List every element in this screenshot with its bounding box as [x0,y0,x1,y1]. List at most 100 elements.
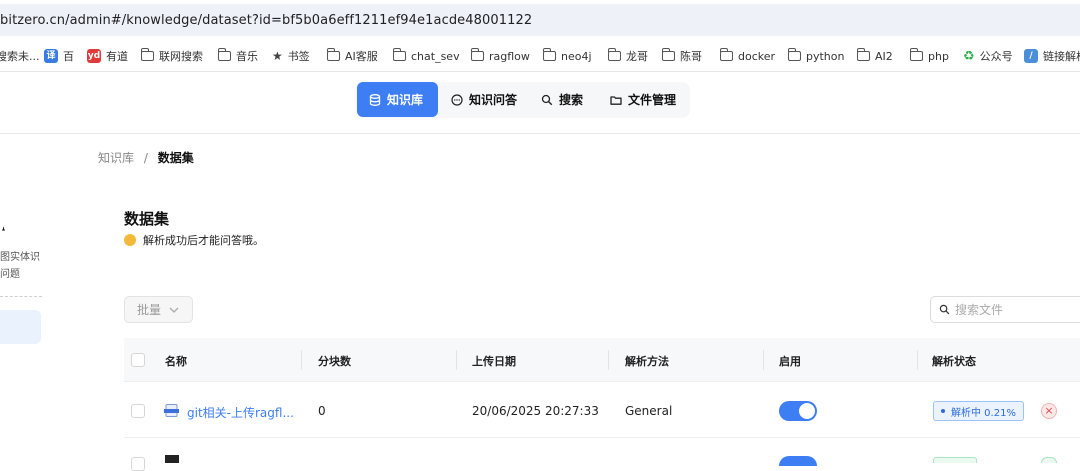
bookmark-item[interactable]: 音乐 [217,48,258,64]
folder-icon [719,48,733,61]
bookmark-item[interactable]: php [909,48,949,64]
address-bar: bitzero.cn/admin#/knowledge/dataset?id=b… [0,0,1080,40]
page-title: 数据集 [124,210,170,228]
subtitle-text: 解析成功后才能问答哦。 [143,234,264,247]
search-icon [939,304,950,315]
folder-icon [326,48,340,61]
sidebar-description: 问题 [0,269,20,280]
bookmark-item[interactable]: AI客服 [326,48,378,64]
cancel-parse-icon[interactable]: × [1041,403,1057,419]
bookmark-label: AI2 [875,49,893,63]
tab-label: 知识问答 [469,93,518,107]
breadcrumb-root[interactable]: 知识库 [98,151,134,165]
tab-search[interactable]: 搜索 [529,82,599,117]
bookmark-item[interactable]: docker [719,48,776,64]
wechat-icon: ♻ [963,48,975,64]
folder-icon [856,48,870,61]
folder-icon [610,95,622,105]
sidebar-item-active[interactable] [0,310,41,344]
bookmark-item[interactable]: 陈哥 [661,48,702,64]
youdao-icon: yd [87,49,101,63]
translate-icon: 译 [44,49,58,63]
top-navigation: 知识库 知识问答 搜索 文件管理 [356,82,690,118]
chevron-down-icon [169,307,179,313]
sidebar-title-fragment: ˔ [0,222,7,238]
smile-emoji-icon [124,234,136,246]
folder-icon [909,48,923,61]
folder-icon [392,48,406,61]
bookmark-item[interactable]: neo4j [542,48,592,64]
search-input[interactable] [955,302,1075,317]
bookmark-item[interactable]: ★ 书签 [272,48,310,64]
bookmark-item[interactable]: ∕ 链接解析 [1024,48,1080,64]
bookmark-item[interactable]: 龙哥 [607,48,648,64]
sidebar-description: 图实体识 [0,252,40,263]
bookmark-label: 陈哥 [680,50,702,63]
bookmark-label: 百 [63,50,74,63]
search-box[interactable] [930,296,1080,323]
bookmark-item[interactable]: 联网搜索 [140,48,203,64]
column-header-status[interactable]: 解析状态 [932,353,976,369]
status-text: 解析中 0.21% [951,407,1016,419]
tab-qa[interactable]: 知识问答 [439,82,525,117]
column-header-method[interactable]: 解析方法 [625,353,669,369]
bookmark-item[interactable]: 搜索未... [0,48,40,64]
bookmark-item[interactable]: 译 百 [44,48,74,64]
status-dot-icon [941,409,945,413]
bookmark-label: AI客服 [345,50,378,63]
batch-label: 批量 [137,303,162,317]
tab-label: 知识库 [387,93,424,107]
row-checkbox[interactable] [131,457,145,471]
bookmark-label: 联网搜索 [159,50,203,63]
bookmarks-bar: 搜索未... 译 百 yd 有道 联网搜索 音乐 ★ 书签 AI客服 chat_… [0,40,1080,72]
bookmark-label: docker [738,49,776,63]
file-thumbnail-icon [165,455,179,463]
tab-label: 搜索 [559,93,584,107]
bookmark-item[interactable]: yd 有道 [87,48,128,64]
folder-icon [542,48,556,61]
bookmark-label: 搜索未... [0,50,40,63]
status-badge: 解析中 0.21% [933,401,1024,421]
folder-icon [661,48,675,61]
url-text[interactable]: bitzero.cn/admin#/knowledge/dataset?id=b… [0,13,532,28]
column-header-chunks[interactable]: 分块数 [318,353,351,369]
folder-icon [217,48,231,61]
bookmark-item[interactable]: python [787,48,845,64]
upload-date: 20/06/2025 20:27:33 [472,404,599,418]
column-header-enabled[interactable]: 启用 [779,353,801,369]
enable-toggle[interactable] [779,456,817,466]
search-icon [541,94,553,105]
tab-file-management[interactable]: 文件管理 [598,82,690,117]
bookmark-item[interactable]: chat_sev [392,48,460,64]
select-all-checkbox[interactable] [131,353,145,367]
action-icon[interactable] [1041,457,1057,463]
batch-dropdown[interactable]: 批量 [124,296,193,323]
folder-icon [140,48,154,61]
table-row: git相关-上传ragfl... 0 20/06/2025 20:27:33 G… [124,383,1080,438]
header-divider [0,133,1080,134]
column-header-name[interactable]: 名称 [165,353,187,369]
enable-toggle[interactable] [779,401,817,421]
bookmark-label: python [806,49,845,63]
row-checkbox[interactable] [131,404,145,418]
bookmark-item[interactable]: AI2 [856,48,893,64]
breadcrumb: 知识库 / 数据集 [98,149,194,166]
breadcrumb-separator: / [143,151,148,165]
bookmark-label: php [928,49,949,63]
folder-icon [607,48,621,61]
bookmark-label: 音乐 [236,50,258,63]
column-header-upload-date[interactable]: 上传日期 [472,353,516,369]
bookmark-label: 公众号 [979,50,1013,63]
link-icon: ∕ [1024,49,1038,63]
column-separator [608,350,609,370]
bookmark-item[interactable]: ♻ 公众号 [963,48,1013,64]
chat-icon [451,93,463,106]
file-name-link[interactable]: git相关-上传ragfl... [187,404,294,421]
column-separator [456,350,457,370]
database-icon [369,93,381,106]
docx-file-icon [164,404,179,417]
bookmark-label: chat_sev [411,49,460,63]
tab-knowledge-base[interactable]: 知识库 [357,82,438,117]
bookmark-item[interactable]: ragflow [470,48,530,64]
folder-icon [470,48,484,61]
